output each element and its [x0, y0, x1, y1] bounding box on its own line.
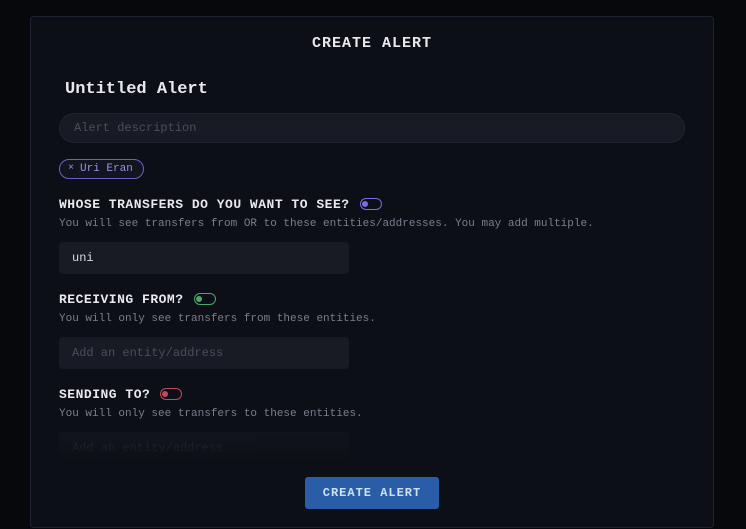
create-alert-button[interactable]: CREATE ALERT — [305, 477, 439, 509]
section-heading: WHOSE TRANSFERS DO YOU WANT TO SEE? — [59, 197, 350, 212]
section-description: You will only see transfers from these e… — [59, 313, 685, 325]
chip-row: × Uri Eran — [59, 143, 685, 191]
toggle-whose[interactable] — [360, 198, 382, 210]
whose-entity-input[interactable] — [59, 242, 349, 274]
section-heading: RECEIVING FROM? — [59, 292, 184, 307]
alert-title[interactable]: Untitled Alert — [59, 68, 685, 113]
close-icon[interactable]: × — [68, 163, 74, 174]
section-description: You will see transfers from OR to these … — [59, 218, 685, 230]
section-receiving-from: RECEIVING FROM? You will only see transf… — [59, 292, 685, 369]
toggle-from[interactable] — [194, 293, 216, 305]
section-description: You will only see transfers to these ent… — [59, 408, 685, 420]
from-entity-input[interactable] — [59, 337, 349, 369]
section-heading: SENDING TO? — [59, 387, 150, 402]
section-sending-to: SENDING TO? You will only see transfers … — [59, 387, 685, 462]
alert-description-input[interactable] — [59, 113, 685, 143]
to-entity-input[interactable] — [59, 432, 349, 462]
create-alert-modal: CREATE ALERT Untitled Alert × Uri Eran W… — [30, 16, 714, 528]
modal-title: CREATE ALERT — [31, 17, 713, 60]
toggle-to[interactable] — [160, 388, 182, 400]
modal-footer: CREATE ALERT — [31, 461, 713, 527]
entity-chip[interactable]: × Uri Eran — [59, 159, 144, 179]
section-whose-transfers: WHOSE TRANSFERS DO YOU WANT TO SEE? You … — [59, 197, 685, 274]
chip-label: Uri Eran — [80, 163, 133, 175]
modal-body: Untitled Alert × Uri Eran WHOSE TRANSFER… — [31, 60, 713, 461]
